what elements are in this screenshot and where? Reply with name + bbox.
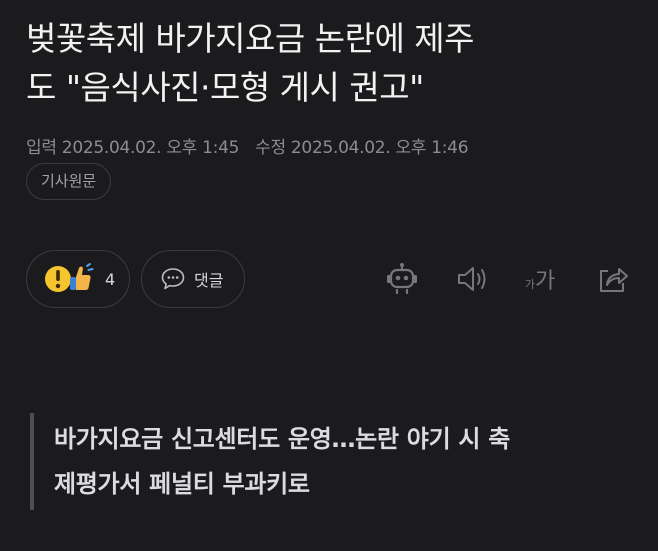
reaction-emoji-icon xyxy=(45,263,94,292)
reaction-count: 4 xyxy=(105,269,116,289)
input-label: 입력 xyxy=(26,138,57,158)
share-button[interactable] xyxy=(592,259,632,299)
modified-label: 수정 xyxy=(255,138,286,158)
comment-label: 댓글 xyxy=(194,271,224,290)
article-dates: 입력 2025.04.02. 오후 1:45 수정 2025.04.02. 오후 … xyxy=(26,136,469,160)
reaction-button[interactable]: 4 xyxy=(26,250,130,308)
comment-button[interactable]: 댓글 xyxy=(141,250,245,308)
article-page: 벚꽃축제 바가지요금 논란에 제주도 "음식사진·모형 게시 권고" 입력 20… xyxy=(0,0,658,551)
font-size-icon: 가가 xyxy=(525,263,555,295)
robot-summary-icon xyxy=(387,263,417,295)
input-time: 2025.04.02. 오후 1:45 xyxy=(61,138,240,158)
headline-line-1: 벚꽃축제 바가지요금 논란에 제주 xyxy=(26,19,475,58)
speech-bubble-icon xyxy=(161,268,185,290)
speaker-icon xyxy=(458,267,486,291)
font-size-big-glyph: 가 xyxy=(534,269,556,294)
original-article-button[interactable]: 기사원문 xyxy=(26,163,112,200)
subheadline-quote-bar xyxy=(30,413,34,510)
article-subheadline: 바가지요금 신고센터도 운영…논란 야기 시 축제평가서 페널티 부과키로 xyxy=(54,417,614,507)
subheadline-line-2: 제평가서 페널티 부과키로 xyxy=(54,470,310,498)
headline-line-2: 도 "음식사진·모형 게시 권고" xyxy=(26,68,424,107)
text-to-speech-button[interactable] xyxy=(452,259,492,299)
summary-button[interactable] xyxy=(382,259,422,299)
article-headline: 벚꽃축제 바가지요금 논란에 제주도 "음식사진·모형 게시 권고" xyxy=(26,14,646,112)
modified-time: 2025.04.02. 오후 1:46 xyxy=(290,138,469,158)
share-icon xyxy=(600,268,628,292)
font-size-small-glyph: 가 xyxy=(524,278,535,291)
font-size-button[interactable]: 가가 xyxy=(520,259,560,299)
subheadline-line-1: 바가지요금 신고센터도 운영…논란 야기 시 축 xyxy=(54,425,511,453)
